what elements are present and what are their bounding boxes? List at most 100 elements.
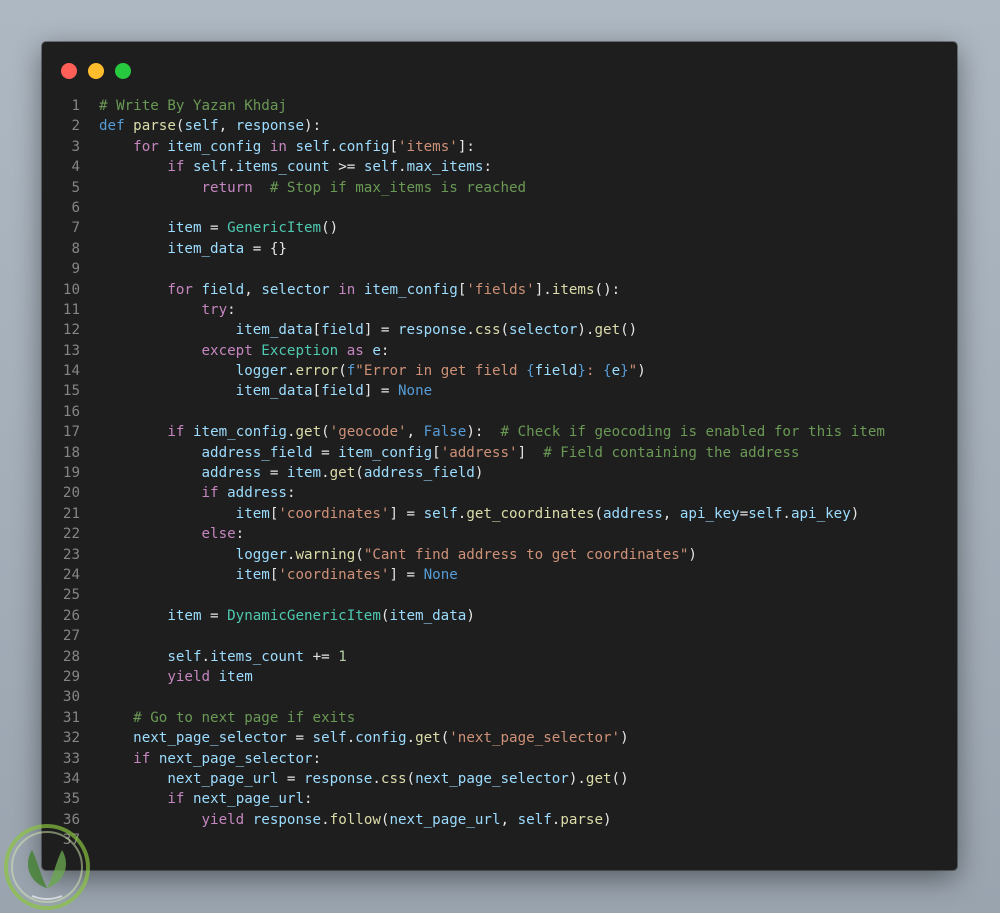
code-line[interactable]: 31 # Go to next page if exits bbox=[42, 708, 957, 728]
code-token: item bbox=[235, 566, 270, 583]
code-token: ) bbox=[603, 811, 612, 828]
code-token: return bbox=[201, 179, 253, 196]
code-line[interactable]: 21 item['coordinates'] = self.get_coordi… bbox=[42, 504, 957, 524]
code-token: self bbox=[517, 811, 552, 828]
code-line[interactable]: 25 bbox=[42, 585, 957, 605]
code-line[interactable]: 13 except Exception as e: bbox=[42, 341, 957, 361]
code-line[interactable]: 34 next_page_url = response.css(next_pag… bbox=[42, 769, 957, 789]
code-text: try: bbox=[99, 300, 236, 320]
code-token: ]: bbox=[457, 138, 475, 155]
code-line[interactable]: 30 bbox=[42, 687, 957, 707]
code-token: address bbox=[603, 505, 663, 522]
code-line[interactable]: 9 bbox=[42, 259, 957, 279]
code-token: response bbox=[397, 322, 467, 339]
code-token: () bbox=[611, 770, 629, 787]
code-line[interactable]: 10 for field, selector in item_config['f… bbox=[42, 280, 957, 300]
code-token: = {} bbox=[244, 240, 287, 257]
code-token: : bbox=[286, 485, 296, 502]
code-line[interactable]: 23 logger.warning("Cant find address to … bbox=[42, 545, 957, 565]
code-token: () bbox=[620, 322, 638, 339]
line-number: 31 bbox=[62, 709, 80, 726]
code-line[interactable]: 37 bbox=[42, 830, 957, 850]
code-token: get bbox=[295, 424, 322, 441]
code-token: parse bbox=[133, 118, 176, 135]
code-text: def parse(self, response): bbox=[99, 116, 321, 136]
code-token: api_key bbox=[790, 505, 851, 522]
code-line[interactable]: 29 yield item bbox=[42, 667, 957, 687]
code-line[interactable]: 18 address_field = item_config['address'… bbox=[42, 443, 957, 463]
code-token: config bbox=[355, 730, 407, 747]
code-token: () bbox=[321, 220, 339, 237]
code-token: ) bbox=[850, 505, 860, 522]
line-number: 30 bbox=[62, 689, 80, 706]
code-token: = bbox=[286, 730, 313, 747]
code-token: if bbox=[201, 485, 219, 502]
code-line[interactable]: 15 item_data[field] = None bbox=[42, 381, 957, 401]
code-token: if bbox=[167, 424, 185, 441]
code-token: [ bbox=[432, 444, 441, 461]
code-token: = bbox=[739, 505, 749, 522]
code-line[interactable]: 3 for item_config in self.config['items'… bbox=[42, 137, 957, 157]
code-token: get bbox=[594, 322, 621, 339]
code-token: next_page_selector bbox=[158, 750, 313, 767]
line-number: 12 bbox=[62, 322, 80, 339]
window-titlebar bbox=[42, 42, 957, 102]
code-line[interactable]: 32 next_page_selector = self.config.get(… bbox=[42, 728, 957, 748]
code-text: next_page_url = response.css(next_page_s… bbox=[99, 769, 629, 789]
code-token: None bbox=[423, 566, 458, 583]
code-token: " bbox=[628, 363, 638, 380]
code-line[interactable]: 1 # Write By Yazan Khdaj bbox=[42, 96, 957, 116]
code-line[interactable]: 35 if next_page_url: bbox=[42, 789, 957, 809]
code-text: item = GenericItem() bbox=[99, 218, 338, 238]
line-number: 20 bbox=[62, 485, 80, 502]
code-line[interactable]: 22 else: bbox=[42, 524, 957, 544]
code-text: # Write By Yazan Khdaj bbox=[99, 96, 287, 116]
code-line[interactable]: 5 return # Stop if max_items is reached bbox=[42, 178, 957, 198]
code-line[interactable]: 7 item = GenericItem() bbox=[42, 218, 957, 238]
code-line[interactable]: 11 try: bbox=[42, 300, 957, 320]
code-token: . bbox=[372, 770, 381, 787]
code-line[interactable]: 27 bbox=[42, 626, 957, 646]
code-line[interactable]: 6 bbox=[42, 198, 957, 218]
close-window-button[interactable] bbox=[61, 63, 77, 79]
line-number: 35 bbox=[62, 791, 80, 808]
code-text: item = DynamicGenericItem(item_data) bbox=[99, 606, 475, 626]
code-token: : bbox=[380, 342, 390, 359]
code-token: . bbox=[782, 505, 791, 522]
code-line[interactable]: 8 item_data = {} bbox=[42, 239, 957, 259]
code-token: yield bbox=[201, 811, 245, 828]
code-line[interactable]: 4 if self.items_count >= self.max_items: bbox=[42, 157, 957, 177]
code-line[interactable]: 17 if item_config.get('geocode', False):… bbox=[42, 422, 957, 442]
code-token: ( bbox=[321, 424, 330, 441]
line-number: 2 bbox=[71, 118, 80, 135]
code-line[interactable]: 36 yield response.follow(next_page_url, … bbox=[42, 810, 957, 830]
code-text: next_page_selector = self.config.get('ne… bbox=[99, 728, 628, 748]
minimize-window-button[interactable] bbox=[88, 63, 104, 79]
code-token: (): bbox=[594, 281, 621, 298]
code-line[interactable]: 19 address = item.get(address_field) bbox=[42, 463, 957, 483]
code-line[interactable]: 28 self.items_count += 1 bbox=[42, 647, 957, 667]
code-token: , bbox=[500, 811, 518, 828]
code-line[interactable]: 20 if address: bbox=[42, 483, 957, 503]
code-token: css bbox=[474, 322, 501, 339]
code-line[interactable]: 12 item_data[field] = response.css(selec… bbox=[42, 320, 957, 340]
code-editor[interactable]: 1 # Write By Yazan Khdaj 2 def parse(self, … bbox=[42, 96, 957, 850]
code-line[interactable]: 14 logger.error(f"Error in get field {fi… bbox=[42, 361, 957, 381]
code-token: { bbox=[603, 363, 612, 380]
code-line[interactable]: 24 item['coordinates'] = None bbox=[42, 565, 957, 585]
line-number: 28 bbox=[62, 648, 80, 665]
maximize-window-button[interactable] bbox=[115, 63, 131, 79]
code-text: logger.warning("Cant find address to get… bbox=[99, 545, 697, 565]
code-token: GenericItem bbox=[227, 220, 322, 237]
code-line[interactable]: 2 def parse(self, response): bbox=[42, 116, 957, 136]
code-line[interactable]: 16 bbox=[42, 402, 957, 422]
code-line[interactable]: 26 item = DynamicGenericItem(item_data) bbox=[42, 606, 957, 626]
line-number: 23 bbox=[62, 546, 80, 563]
code-line[interactable]: 33 if next_page_selector: bbox=[42, 749, 957, 769]
